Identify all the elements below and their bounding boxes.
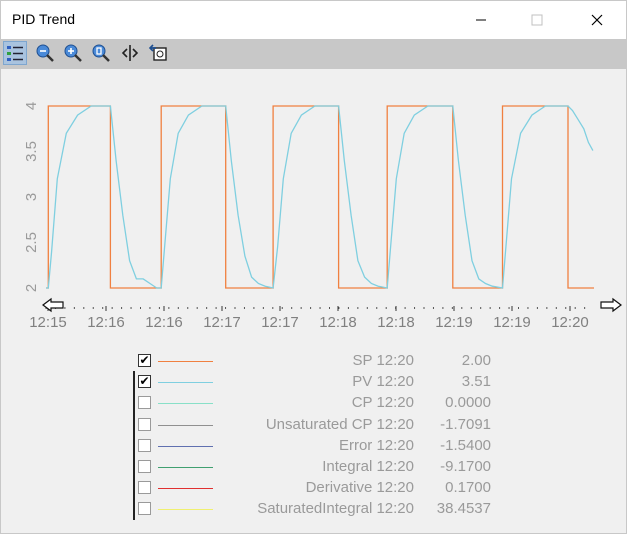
chart-series	[46, 105, 594, 289]
legend-swatch	[158, 445, 213, 447]
x-tick-label: 12:18	[377, 314, 415, 331]
legend-swatch	[158, 382, 213, 384]
x-tick-label: 12:16	[145, 314, 183, 331]
maximize-icon	[531, 14, 543, 26]
legend-value: 2.00	[461, 352, 491, 369]
legend-checkbox[interactable]	[138, 396, 151, 410]
legend-checkbox[interactable]	[138, 438, 151, 452]
legend-label: Unsaturated CP 12:20	[265, 415, 414, 433]
y-axis: 2 2.5 3 3.5 4	[23, 102, 40, 292]
legend-value: 38.4537	[436, 500, 491, 518]
x-axis: 12:15 12:16 12:16 12:17 12:17 12:18 12:18 12:19…	[29, 306, 589, 331]
legend-label: Error 12:20	[338, 436, 414, 454]
legend-label: CP 12:20	[351, 394, 414, 412]
zoom-in-button[interactable]	[61, 41, 85, 65]
minimize-button[interactable]	[458, 1, 504, 39]
legend-checkbox[interactable]	[138, 481, 151, 495]
window-title: PID Trend	[12, 11, 76, 27]
y-tick-label: 3	[23, 193, 40, 201]
zoom-reset-icon	[92, 44, 110, 62]
legend-value: -1.7091	[440, 415, 491, 433]
trend-chart: 2 2.5 3 3.5 4 12:15 12:16 12:16 12:17 12:17 12:18…	[1, 69, 626, 334]
legend-label: Derivative 12:20	[305, 479, 414, 497]
close-icon	[591, 14, 603, 26]
legend-checkbox[interactable]	[138, 502, 151, 516]
legend-row: SaturatedIntegral 12:20 38.4537	[1, 499, 626, 520]
legend-value: 0.1700	[445, 479, 491, 497]
legend-toggle-icon	[7, 46, 23, 61]
arrow-left-icon	[42, 297, 64, 313]
title-bar: PID Trend	[1, 1, 626, 39]
y-tick-label: 3.5	[23, 141, 40, 162]
time-range-icon	[148, 44, 167, 61]
fit-width-button[interactable]	[118, 41, 142, 65]
legend-value: -9.1700	[440, 458, 491, 475]
x-tick-label: 12:20	[551, 314, 589, 331]
y-tick-label: 4	[23, 102, 40, 110]
legend-checkbox[interactable]: ✔	[138, 375, 151, 389]
toolbar	[1, 39, 626, 69]
x-tick-label: 12:19	[435, 314, 473, 331]
arrow-right-icon	[600, 297, 622, 313]
minimize-icon	[476, 19, 486, 21]
legend-row: Derivative 12:20 0.1700	[1, 478, 626, 499]
scroll-left-arrow[interactable]	[42, 297, 64, 313]
legend-checkbox[interactable]: ✔	[138, 354, 151, 367]
x-tick-label: 12:18	[319, 314, 357, 331]
scroll-right-arrow[interactable]	[600, 297, 622, 313]
y-tick-label: 2	[23, 284, 40, 292]
time-range-button[interactable]	[146, 41, 170, 65]
legend-row: ✔ PV 12:20 3.51	[1, 372, 626, 393]
zoom-reset-button[interactable]	[89, 41, 113, 65]
zoom-in-icon	[64, 44, 82, 62]
legend-toggle-button[interactable]	[3, 41, 27, 65]
fit-width-icon	[121, 45, 139, 61]
close-button[interactable]	[574, 1, 620, 39]
x-tick-label: 12:17	[261, 314, 299, 331]
legend-row: CP 12:20 0.0000	[1, 393, 626, 414]
y-tick-label: 2.5	[23, 232, 40, 253]
legend-swatch	[158, 361, 213, 362]
legend-label: SP 12:20	[352, 352, 414, 369]
legend-row: ✔ SP 12:20 2.00	[1, 351, 626, 372]
legend-swatch	[158, 403, 213, 405]
x-tick-label: 12:19	[493, 314, 531, 331]
legend-swatch	[158, 467, 213, 468]
legend-value: -1.5400	[440, 436, 491, 454]
legend-row: Unsaturated CP 12:20 -1.7091	[1, 415, 626, 436]
legend-checkbox[interactable]	[138, 417, 151, 431]
legend-label: Integral 12:20	[322, 458, 414, 475]
legend-row: Error 12:20 -1.5400	[1, 436, 626, 457]
series-line-pv	[46, 105, 594, 289]
legend-label: SaturatedIntegral 12:20	[257, 500, 414, 518]
series-line-sp	[46, 105, 594, 289]
maximize-button	[514, 1, 560, 39]
x-tick-label: 12:15	[29, 314, 67, 331]
zoom-out-button[interactable]	[33, 41, 57, 65]
legend-swatch	[158, 424, 213, 426]
legend-value: 3.51	[461, 373, 491, 391]
trend-chart-svg: 2 2.5 3 3.5 4 12:15 12:16 12:16 12:17 12:17 12:18…	[23, 102, 622, 331]
legend-label: PV 12:20	[352, 373, 414, 391]
legend-row: Integral 12:20 -9.1700	[1, 457, 626, 478]
x-tick-label: 12:17	[203, 314, 241, 331]
legend-value: 0.0000	[445, 394, 491, 412]
zoom-out-icon	[36, 44, 54, 62]
pid-trend-window: PID Trend 2 2.5 3 3.5 4 12:15 12:16 12:1…	[0, 0, 627, 534]
x-tick-label: 12:16	[87, 314, 125, 331]
legend-checkbox[interactable]	[138, 460, 151, 473]
legend-swatch	[158, 488, 213, 490]
legend-swatch	[158, 509, 213, 511]
